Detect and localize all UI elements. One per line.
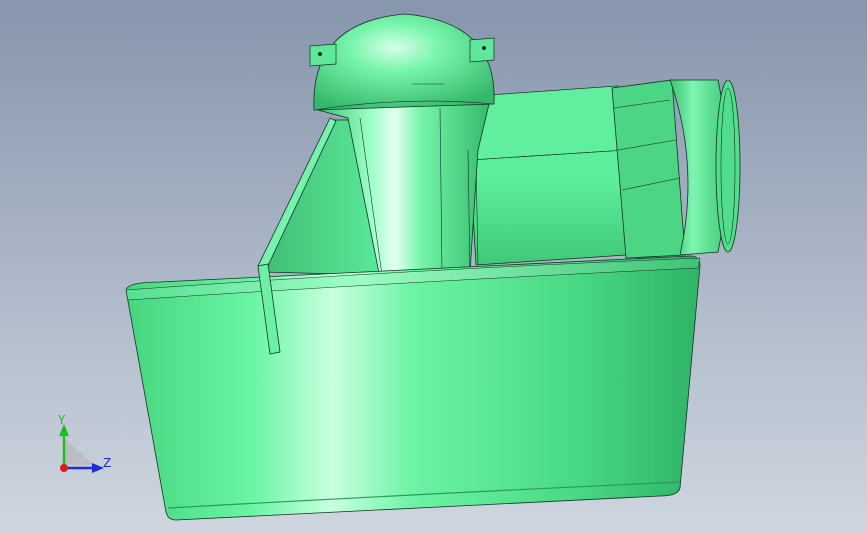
model-view[interactable]	[0, 0, 867, 533]
duct-body[interactable]	[469, 79, 686, 266]
triad-z-label: Z	[103, 456, 112, 470]
triad-y-label: Y	[58, 413, 66, 427]
triad-plane	[64, 438, 94, 465]
dome-cap[interactable]	[309, 13, 495, 111]
x-axis-dot-icon	[60, 464, 68, 472]
collection-tray[interactable]	[125, 255, 701, 521]
3d-viewport[interactable]: Y Z	[0, 0, 867, 533]
